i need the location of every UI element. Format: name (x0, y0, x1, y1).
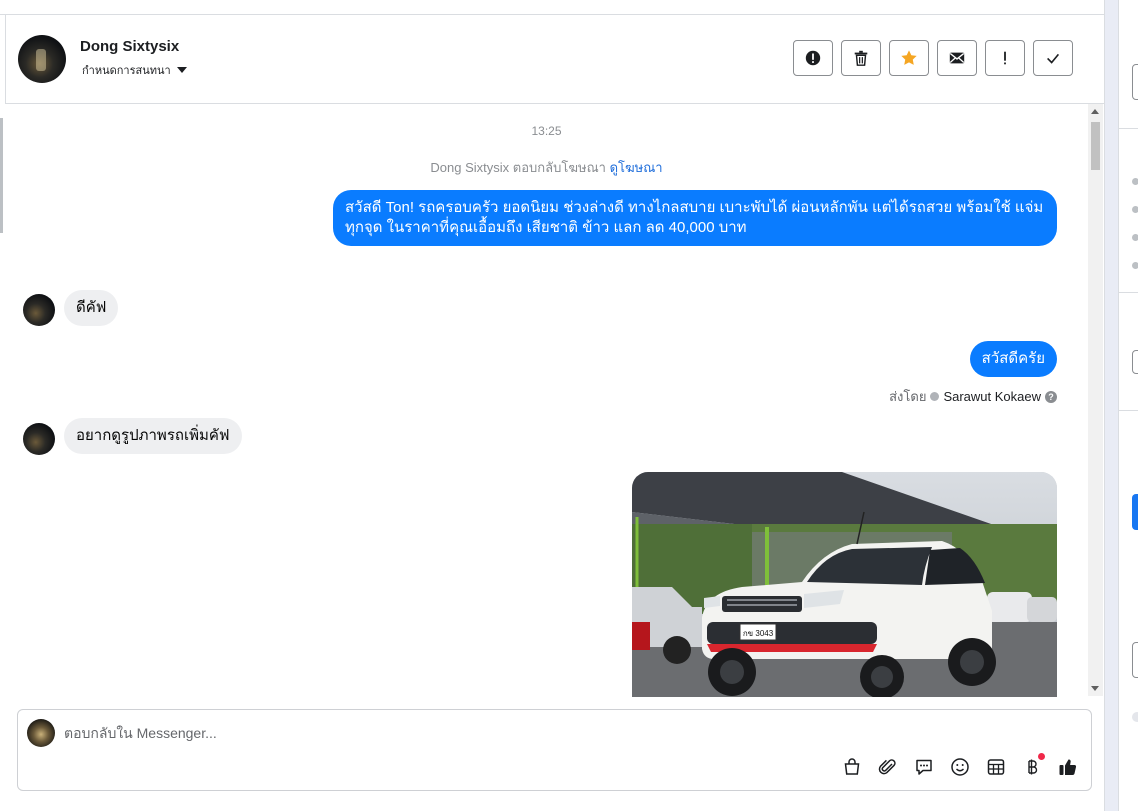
chat-bubble-icon (916, 759, 932, 775)
reply-input[interactable] (64, 722, 964, 744)
incoming-message[interactable]: ดีคัฟ (64, 290, 119, 326)
sidebar-icon (1132, 712, 1138, 722)
verified-icon (930, 392, 940, 401)
emoji-button[interactable] (949, 756, 971, 778)
table-grid-icon (987, 759, 1005, 775)
sidebar-input[interactable] (1132, 642, 1138, 678)
thumbs-up-icon (1059, 759, 1077, 775)
conversation-settings-label: กำหนดการสนทนา (82, 65, 171, 77)
sidebar-select[interactable] (1132, 350, 1138, 374)
scroll-up-arrow[interactable] (1091, 109, 1099, 114)
right-sidebar (1118, 0, 1138, 811)
conversation-settings-dropdown[interactable]: กำหนดการสนทนา (82, 61, 187, 79)
left-scroll-indicator (0, 118, 3, 233)
notification-dot (1038, 753, 1045, 760)
chat-panel: Dong Sixtysix กำหนดการสนทนา 13:25 Dong S… (0, 0, 1105, 811)
view-ad-link[interactable]: ดูโฆษณา (610, 160, 663, 175)
shop-button[interactable] (841, 756, 863, 778)
composer-tools (841, 753, 1079, 778)
star-button[interactable] (889, 40, 929, 76)
ad-reply-note: Dong Sixtysix ตอบกลับโฆษณา ดูโฆษณา (5, 157, 1088, 178)
baht-icon (1028, 759, 1038, 775)
follow-up-button[interactable] (985, 40, 1025, 76)
conversation-header: Dong Sixtysix กำหนดการสนทนา (5, 15, 1104, 104)
mark-unread-button[interactable] (937, 40, 977, 76)
header-actions (793, 40, 1073, 76)
like-button[interactable] (1057, 756, 1079, 778)
star-icon (901, 50, 917, 65)
sidebar-icon (1132, 206, 1138, 213)
car-photo: กข 3043 (632, 472, 1057, 697)
outgoing-message[interactable]: สวัสดีครัย (969, 341, 1057, 377)
mark-spam-button[interactable] (793, 40, 833, 76)
contact-name[interactable]: Dong Sixtysix (80, 38, 179, 55)
message-thread: 13:25 Dong Sixtysix ตอบกลับโฆษณา ดูโฆษณา… (5, 104, 1088, 697)
sidebar-icon (1132, 178, 1138, 185)
sent-by-label: ส่งโดย (889, 389, 927, 404)
scroll-down-arrow[interactable] (1091, 686, 1099, 691)
trash-icon (854, 50, 868, 66)
message-timestamp: 13:25 (531, 124, 562, 138)
sidebar-primary-button[interactable] (1132, 494, 1138, 530)
caret-down-icon (176, 67, 187, 73)
exclamation-icon (1004, 51, 1006, 65)
paperclip-icon (878, 759, 896, 775)
shopping-bag-icon (844, 758, 860, 775)
mark-done-button[interactable] (1033, 40, 1073, 76)
checkmark-icon (1047, 53, 1060, 64)
sent-by-name: Sarawut Kokaew (943, 389, 1041, 404)
sidebar-input[interactable] (1132, 64, 1138, 100)
saved-replies-button[interactable] (913, 756, 935, 778)
outgoing-message[interactable]: สวัสดี Ton! รถครอบครัว ยอดนิยม ช่วงล่างด… (333, 190, 1057, 246)
sidebar-divider (1119, 128, 1138, 129)
alert-circle-icon (805, 50, 821, 66)
sidebar-icon (1132, 262, 1138, 269)
messages-scrollbar[interactable] (1088, 104, 1103, 696)
sidebar-icon (1132, 234, 1138, 241)
envelope-icon (949, 52, 965, 64)
delete-button[interactable] (841, 40, 881, 76)
license-plate-text: กข 3043 (743, 629, 774, 638)
incoming-message[interactable]: อยากดูรูปภาพรถเพิ่มคัฟ (64, 418, 242, 454)
sender-avatar (23, 423, 55, 455)
page-avatar (27, 719, 55, 747)
payment-button[interactable] (1021, 753, 1045, 778)
ad-reply-note-text: Dong Sixtysix ตอบกลับโฆษณา (430, 160, 606, 175)
smiley-icon (951, 758, 969, 776)
car-photo-attachment[interactable]: กข 3043 (632, 472, 1057, 697)
sidebar-divider (1119, 292, 1138, 293)
message-composer (17, 709, 1092, 791)
appointment-button[interactable] (985, 756, 1007, 778)
help-icon[interactable]: ? (1045, 390, 1057, 403)
scroll-thumb[interactable] (1091, 122, 1100, 170)
attach-button[interactable] (877, 756, 899, 778)
sidebar-divider (1119, 410, 1138, 411)
contact-avatar[interactable] (18, 35, 66, 83)
sender-avatar (23, 294, 55, 326)
sent-by-info: ส่งโดย Sarawut Kokaew ? (889, 386, 1057, 407)
